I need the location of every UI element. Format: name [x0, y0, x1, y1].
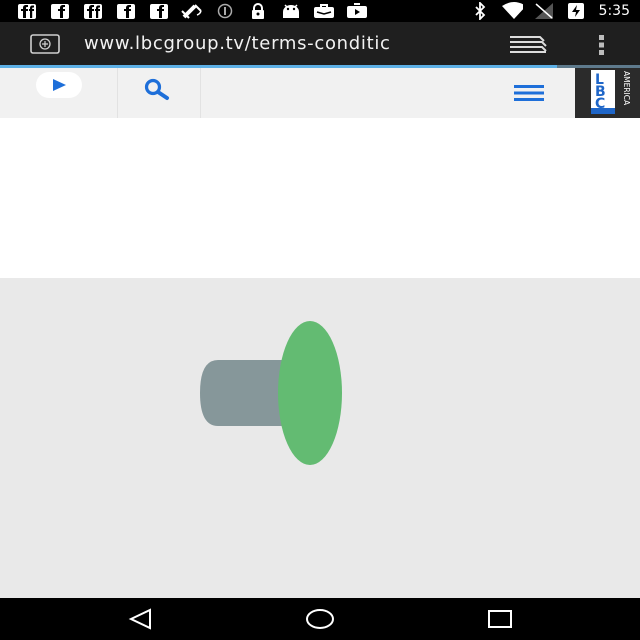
satellite-icon: [181, 4, 203, 19]
lock-icon: [247, 3, 269, 19]
live-play-button[interactable]: [36, 72, 82, 98]
clock: 5:35: [598, 3, 630, 19]
url-field[interactable]: www.lbcgroup.tv/terms-conditic: [84, 32, 479, 56]
recent-apps-button[interactable]: [480, 606, 520, 632]
battery-charging-icon: [565, 3, 587, 19]
tab-switcher-icon[interactable]: [508, 35, 548, 55]
status-bar: 5:35: [0, 0, 640, 22]
circle-info-icon: [214, 3, 236, 19]
hamburger-menu-icon[interactable]: [512, 82, 546, 104]
notification-icons: [16, 3, 368, 19]
back-button[interactable]: [120, 606, 160, 632]
bluetooth-icon: [469, 2, 491, 20]
wifi-icon: [501, 2, 523, 19]
browser-address-bar[interactable]: www.lbcgroup.tv/terms-conditic: [0, 22, 640, 66]
site-header: L B C AMERICA: [0, 68, 640, 118]
live-play-cell: [0, 68, 118, 118]
facebook-icon: [49, 3, 71, 19]
search-icon[interactable]: [118, 68, 200, 118]
play-icon: [53, 79, 66, 91]
facebook-icon: [148, 3, 170, 19]
site-security-icon[interactable]: [30, 34, 60, 54]
logo-subtext: AMERICA: [622, 71, 631, 106]
content-blank-area: [0, 118, 640, 278]
search-cell: [118, 68, 201, 118]
facebook-icon: [16, 3, 38, 19]
logo-letter-c: C: [595, 96, 605, 112]
lbc-america-logo[interactable]: L B C AMERICA: [575, 68, 640, 118]
briefcase-icon: [313, 4, 335, 19]
signal-icon: [533, 3, 555, 19]
facebook-icon: [82, 3, 104, 19]
audio-speaker-graphic: [200, 321, 342, 465]
home-circle-icon: [306, 609, 334, 629]
home-button[interactable]: [300, 606, 340, 632]
lbc-logo-icon: L B C AMERICA: [591, 70, 631, 114]
android-navigation-bar: [0, 598, 640, 640]
facebook-icon: [115, 3, 137, 19]
youtube-icon: [346, 3, 368, 19]
speaker-body-shape: [200, 360, 290, 426]
overflow-menu-icon[interactable]: [597, 34, 607, 56]
back-triangle-icon: [128, 608, 151, 630]
recent-apps-square-icon: [488, 610, 512, 628]
system-icons: 5:35: [469, 2, 630, 20]
speaker-cone-shape: [278, 321, 342, 465]
android-icon: [280, 4, 302, 19]
